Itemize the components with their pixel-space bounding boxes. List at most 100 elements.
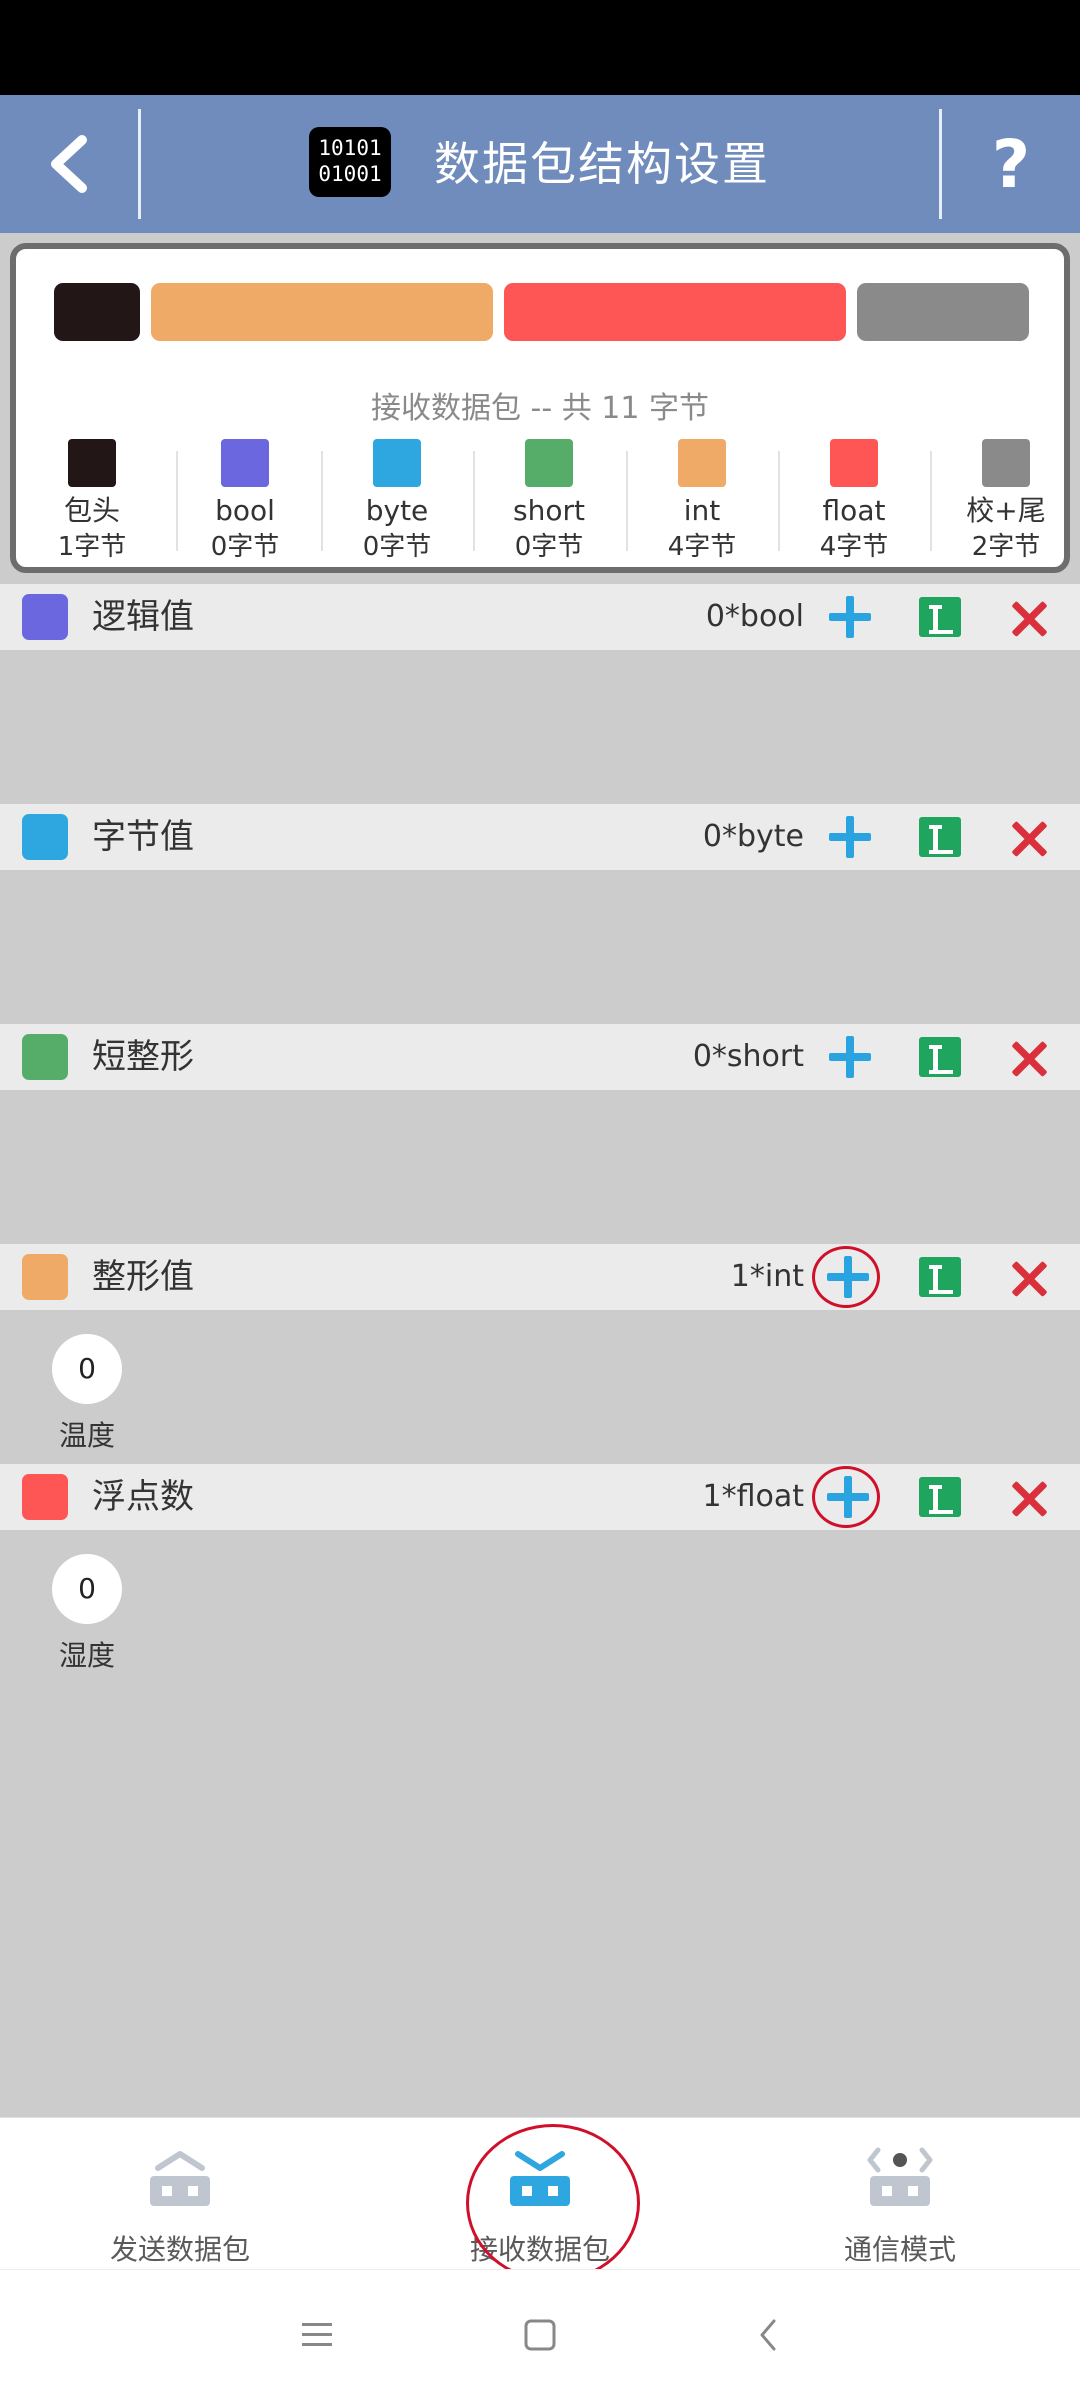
- legend-bytes: 4字节: [819, 532, 889, 562]
- delete-icon[interactable]: [1008, 1477, 1052, 1521]
- section-header: 短整形 0*short: [0, 1024, 1080, 1090]
- legend-item-bool: bool 0字节: [169, 439, 321, 565]
- legend-bytes: 4字节: [667, 532, 737, 562]
- segment-float: [504, 283, 846, 341]
- legend-swatch: [982, 439, 1030, 487]
- status-bar: [0, 0, 1080, 95]
- legend-item-short: short 0字节: [473, 439, 625, 565]
- section-color-swatch: [22, 1474, 68, 1520]
- section-color-swatch: [22, 1034, 68, 1080]
- field-item[interactable]: 0 湿度: [52, 1554, 122, 1674]
- legend-name: int: [683, 494, 721, 527]
- add-icon[interactable]: [812, 1466, 880, 1528]
- section-name: 字节值: [92, 817, 194, 857]
- segment-checksum-tail: [857, 283, 1029, 341]
- chevron-left-icon: [51, 135, 87, 193]
- field-label: 湿度: [58, 1639, 115, 1672]
- highlight-circle: [466, 2124, 640, 2282]
- legend-swatch: [525, 439, 573, 487]
- section-bool: 逻辑值 0*bool: [0, 584, 1080, 804]
- section-short: 短整形 0*short: [0, 1024, 1080, 1244]
- legend-item-checksum-tail: 校+尾 2字节: [930, 439, 1080, 565]
- page-title: 数据包结构设置: [434, 137, 770, 191]
- legend-name: short: [513, 494, 585, 527]
- segment-header: [54, 283, 140, 341]
- edit-text-icon[interactable]: [919, 1477, 961, 1517]
- section-count: 1*float: [702, 1479, 804, 1514]
- legend-name: bool: [215, 494, 275, 527]
- legend-swatch: [68, 439, 116, 487]
- edit-text-icon[interactable]: [919, 597, 961, 637]
- packet-size-caption: 接收数据包 -- 共 11 字节: [371, 391, 709, 426]
- section-byte: 字节值 0*byte: [0, 804, 1080, 1024]
- edit-text-icon[interactable]: [919, 1257, 961, 1297]
- edit-text-icon[interactable]: [919, 817, 961, 857]
- legend-item-float: float 4字节: [778, 439, 930, 565]
- legend-bytes: 0字节: [362, 532, 432, 562]
- section-count: 0*bool: [705, 599, 804, 634]
- legend-bytes: 0字节: [514, 532, 584, 562]
- segment-int: [151, 283, 493, 341]
- delete-icon[interactable]: [1008, 1257, 1052, 1301]
- legend-swatch: [373, 439, 421, 487]
- legend-bytes: 2字节: [971, 532, 1041, 562]
- field-value[interactable]: 0: [52, 1554, 122, 1624]
- legend-name: float: [822, 494, 886, 527]
- system-nav-bar: [0, 2269, 1080, 2400]
- delete-icon[interactable]: [1008, 1037, 1052, 1081]
- legend-bytes: 1字节: [57, 532, 127, 562]
- add-icon[interactable]: [812, 1246, 880, 1308]
- help-button[interactable]: ?: [942, 95, 1080, 233]
- edit-text-icon[interactable]: [919, 1037, 961, 1077]
- section-color-swatch: [22, 1254, 68, 1300]
- home-icon[interactable]: [523, 2318, 557, 2352]
- legend-item-byte: byte 0字节: [321, 439, 473, 565]
- section-header: 字节值 0*byte: [0, 804, 1080, 870]
- nav-label: 通信模式: [843, 2233, 956, 2266]
- field-label: 温度: [58, 1419, 115, 1452]
- section-name: 整形值: [92, 1257, 194, 1297]
- comm-mode-icon: [867, 2147, 933, 2206]
- section-header: 浮点数 1*float: [0, 1464, 1080, 1530]
- field-value[interactable]: 0: [52, 1334, 122, 1404]
- legend-name: 包头: [63, 494, 120, 527]
- type-legend: 包头 1字节 bool 0字节 byte 0字节 short 0字节 int 4…: [16, 439, 1064, 569]
- back-button[interactable]: [0, 95, 138, 233]
- legend-item-int: int 4字节: [626, 439, 778, 565]
- section-header: 整形值 1*int: [0, 1244, 1080, 1310]
- nav-label: 发送数据包: [109, 2233, 250, 2266]
- header-divider-left: [138, 109, 141, 219]
- back-nav-icon[interactable]: [752, 2318, 786, 2352]
- legend-bytes: 0字节: [210, 532, 280, 562]
- section-int: 整形值 1*int 0 温度: [0, 1244, 1080, 1464]
- legend-item-header: 包头 1字节: [16, 439, 168, 565]
- section-name: 浮点数: [92, 1477, 194, 1517]
- section-color-swatch: [22, 814, 68, 860]
- delete-icon[interactable]: [1008, 597, 1052, 641]
- legend-name: byte: [365, 494, 429, 527]
- app-header: 10101 01001 数据包结构设置 ?: [0, 95, 1080, 233]
- add-icon[interactable]: [818, 1025, 882, 1089]
- legend-swatch: [221, 439, 269, 487]
- binary-logo-icon: 10101 01001: [309, 127, 391, 197]
- nav-comm-mode[interactable]: 通信模式: [750, 2118, 1050, 2270]
- section-color-swatch: [22, 594, 68, 640]
- send-packet-icon: [150, 2151, 210, 2206]
- section-float: 浮点数 1*float 0 湿度: [0, 1464, 1080, 1684]
- section-header: 逻辑值 0*bool: [0, 584, 1080, 650]
- menu-icon[interactable]: [300, 2318, 334, 2352]
- packet-summary-card: 接收数据包 -- 共 11 字节 包头 1字节 bool 0字节 byte 0字…: [10, 243, 1070, 573]
- section-name: 短整形: [92, 1037, 194, 1077]
- legend-name: 校+尾: [966, 494, 1046, 527]
- section-count: 1*int: [730, 1259, 804, 1294]
- legend-swatch: [678, 439, 726, 487]
- add-icon[interactable]: [818, 805, 882, 869]
- section-count: 0*short: [692, 1039, 804, 1074]
- field-item[interactable]: 0 温度: [52, 1334, 122, 1454]
- section-name: 逻辑值: [92, 597, 194, 637]
- add-icon[interactable]: [818, 585, 882, 649]
- nav-send-packet[interactable]: 发送数据包: [30, 2118, 330, 2270]
- legend-swatch: [830, 439, 878, 487]
- delete-icon[interactable]: [1008, 817, 1052, 861]
- section-count: 0*byte: [702, 819, 804, 854]
